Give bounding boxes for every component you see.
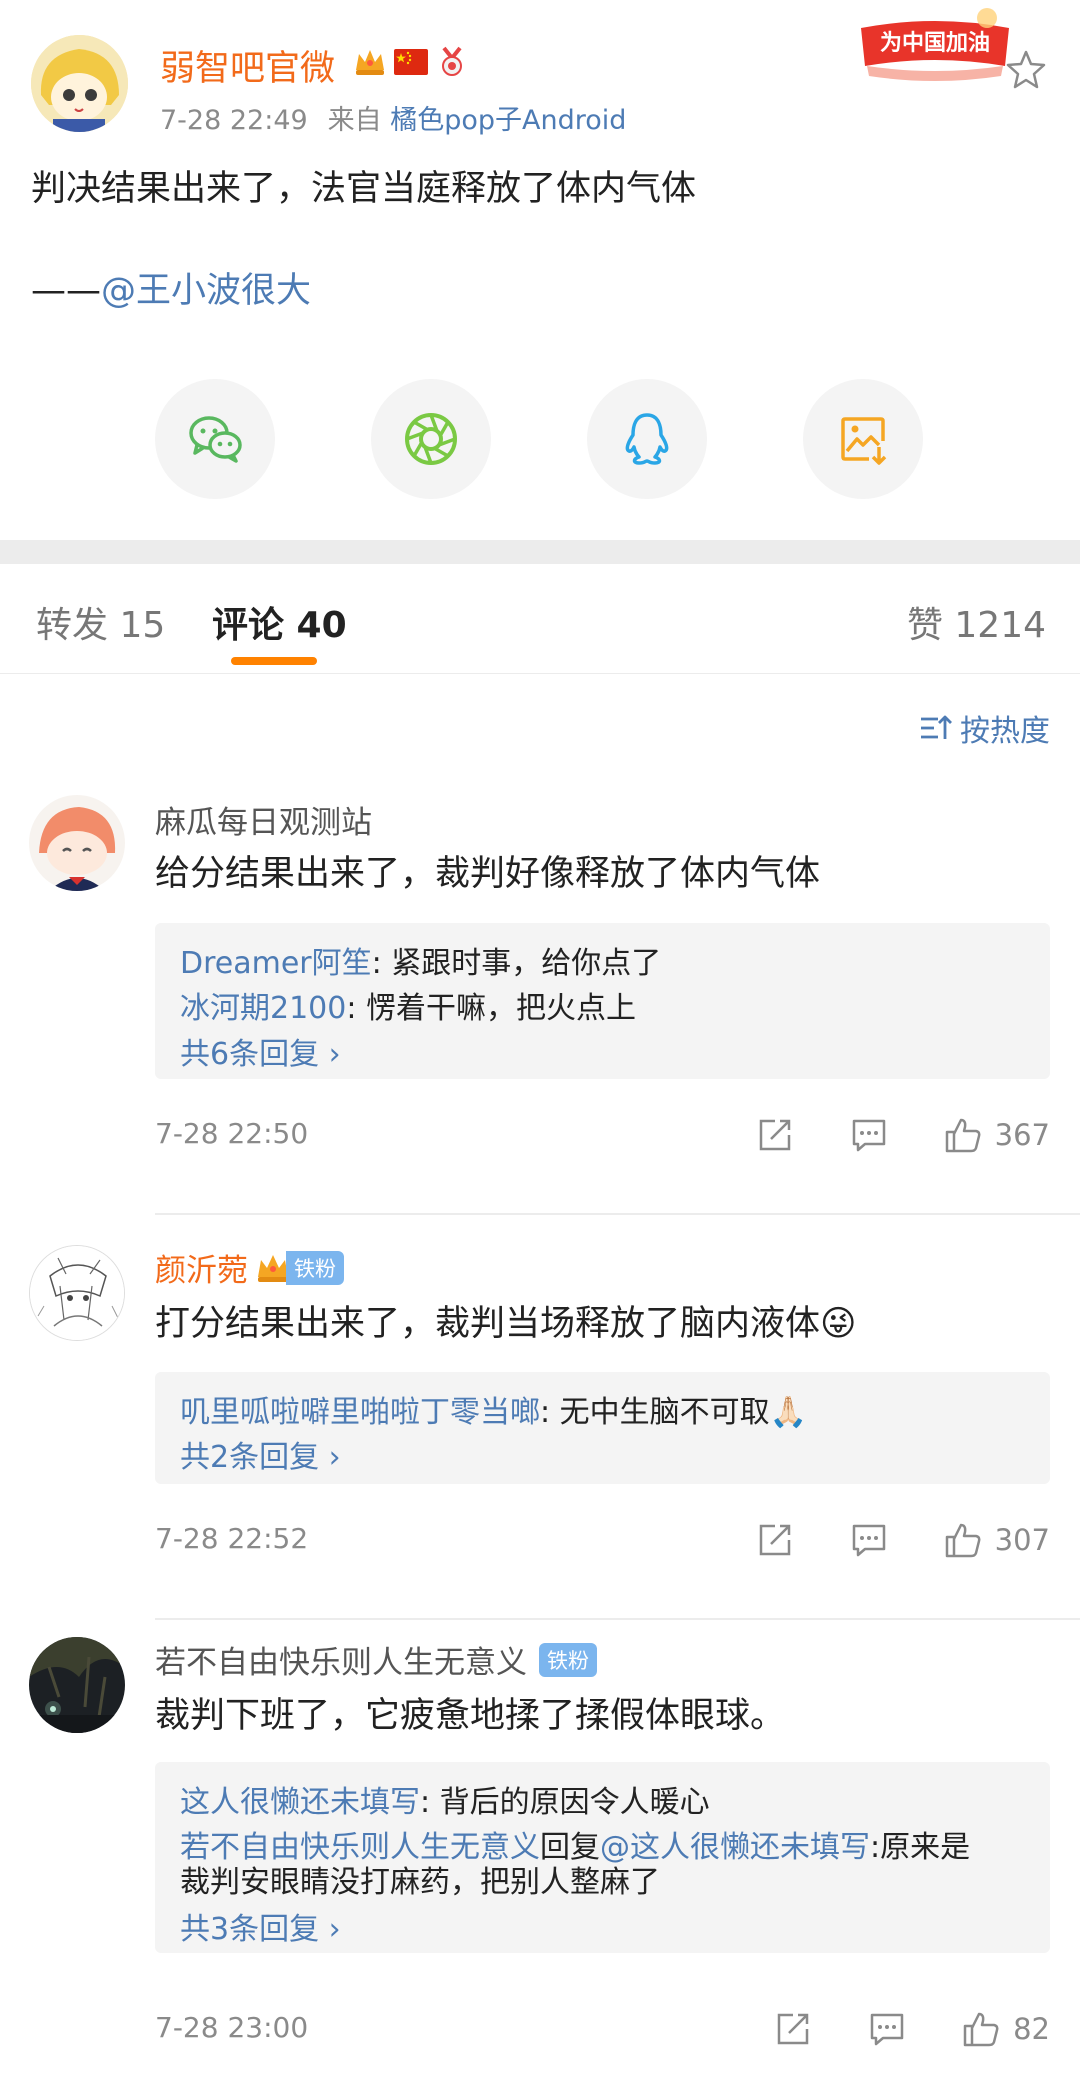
commenter-avatar[interactable]	[29, 795, 125, 891]
sort-label: 按热度	[960, 714, 1050, 749]
thumbs-up-icon[interactable]	[943, 1115, 983, 1155]
reply-preview-box[interactable]: 叽里呱啦噼里啪啦丁零当啷: 无中生脑不可取🙏🏻 共2条回复 ›	[155, 1372, 1050, 1484]
sort-icon	[921, 715, 952, 739]
iron-fan-badge[interactable]: 铁粉	[254, 1249, 344, 1287]
comment-actions: 367	[755, 1113, 1050, 1157]
post-source[interactable]: 橘色pop子Android	[390, 105, 626, 136]
author-badges	[352, 40, 470, 84]
commenter-avatar[interactable]	[29, 1637, 125, 1733]
reply-preview-box[interactable]: 这人很懒还未填写: 背后的原因令人暖心 若不自由快乐则人生无意义回复@这人很懒还…	[155, 1762, 1050, 1953]
tab-comment[interactable]: 评论 40	[212, 596, 347, 648]
reply-text: : 紧跟时事，给你点了	[371, 946, 662, 981]
like-count: 307	[994, 1523, 1050, 1557]
china-flag-icon	[394, 49, 428, 75]
reply-line: 这人很懒还未填写: 背后的原因令人暖心	[180, 1777, 710, 1821]
commenter-name[interactable]: 麻瓜每日观测站	[155, 797, 372, 842]
view-more-replies-link[interactable]: 共3条回复 ›	[180, 1904, 341, 1948]
comment-divider	[155, 1213, 1080, 1215]
post-time: 7-28 22:49	[160, 105, 308, 136]
active-tab-indicator	[231, 657, 317, 665]
reply-author[interactable]: 冰河期2100	[180, 991, 346, 1026]
comment-text: 给分结果出来了，裁判好像释放了体内气体	[155, 854, 821, 894]
reply-preview-box[interactable]: Dreamer阿笙: 紧跟时事，给你点了 冰河期2100: 愣着干嘛，把火点上 …	[155, 923, 1050, 1079]
comment-divider	[155, 1618, 1080, 1620]
commenter-name-row: 若不自由快乐则人生无意义 铁粉	[155, 1637, 597, 1682]
interaction-tabs: 转发 15 评论 40 赞 1214	[0, 564, 1080, 674]
credit-mention[interactable]: @王小波很大	[101, 271, 311, 311]
credit-dash: ——	[31, 271, 101, 311]
reply-text: : 愣着干嘛，把火点上	[346, 991, 637, 1026]
post-meta: 7-28 22:49 来自 橘色pop子Android	[160, 98, 626, 137]
reply-text: : 背后的原因令人暖心	[420, 1785, 710, 1820]
comment-footer: 7-28 22:52 307	[155, 1518, 1050, 1562]
commenter-avatar[interactable]	[29, 1245, 125, 1341]
share-icon[interactable]	[755, 1115, 795, 1155]
crown-icon	[356, 50, 384, 75]
reply-line: 叽里呱啦噼里啪啦丁零当啷: 无中生脑不可取🙏🏻	[180, 1387, 807, 1431]
author-name[interactable]: 弱智吧官微	[160, 40, 335, 91]
reply-line: Dreamer阿笙: 紧跟时事，给你点了	[180, 938, 661, 982]
post-header: 弱智吧官微 7-28 22:49 来自 橘色pop子Android 为中国加油	[0, 0, 1080, 140]
reply-line-continued: 裁判安眼睛没打麻药，把别人整麻了	[180, 1865, 660, 1900]
wechat-icon	[189, 416, 242, 463]
comment-text: 打分结果出来了，裁判当场释放了脑内液体😜	[155, 1304, 857, 1344]
fan-badge-label: 铁粉	[286, 1250, 344, 1285]
reply-text: : 无中生脑不可取🙏🏻	[540, 1395, 807, 1430]
author-avatar[interactable]	[31, 35, 128, 132]
qq-penguin-icon	[625, 413, 669, 465]
tab-repost[interactable]: 转发 15	[36, 596, 165, 648]
moments-share-button[interactable]	[371, 379, 491, 499]
reply-author[interactable]: Dreamer阿笙	[180, 946, 372, 981]
comment-time: 7-28 23:00	[155, 2011, 309, 2044]
share-row	[0, 379, 1080, 499]
qq-share-button[interactable]	[587, 379, 707, 499]
reply-author[interactable]: 这人很懒还未填写	[180, 1785, 420, 1820]
sort-by-hot-button[interactable]: 按热度	[918, 706, 1050, 750]
share-icon[interactable]	[755, 1520, 795, 1560]
reply-text: :原来是	[870, 1830, 971, 1865]
comment-icon[interactable]	[849, 1115, 889, 1155]
cheer-banner-badge[interactable]: 为中国加油	[855, 6, 1015, 84]
wechat-share-button[interactable]	[155, 379, 275, 499]
reply-author[interactable]: 叽里呱啦噼里啪啦丁零当啷	[180, 1395, 540, 1430]
moments-aperture-icon	[405, 413, 457, 465]
comment-actions: 82	[773, 2007, 1050, 2051]
comment-footer: 7-28 22:50 367	[155, 1113, 1050, 1157]
comment-footer: 7-28 23:00 82	[155, 2007, 1050, 2051]
like-count: 367	[994, 1118, 1050, 1152]
share-icon[interactable]	[773, 2009, 813, 2049]
section-separator	[0, 540, 1080, 564]
star-favorite-icon[interactable]	[1004, 48, 1048, 92]
commenter-name[interactable]: 若不自由快乐则人生无意义	[155, 1637, 527, 1682]
like-count: 82	[1013, 2012, 1050, 2046]
save-image-button[interactable]	[803, 379, 923, 499]
view-more-replies-link[interactable]: 共2条回复 ›	[180, 1432, 341, 1476]
thumbs-up-icon[interactable]	[943, 1520, 983, 1560]
comment-icon[interactable]	[867, 2009, 907, 2049]
commenter-name-row: 颜沂菀 铁粉	[155, 1245, 344, 1290]
tab-like[interactable]: 赞 1214	[907, 596, 1046, 648]
comment-time: 7-28 22:50	[155, 1117, 309, 1150]
post-credit: ——@王小波很大	[31, 262, 311, 313]
from-label: 来自	[327, 105, 382, 136]
post-body: 判决结果出来了，法官当庭释放了体内气体	[31, 169, 697, 209]
comment-text: 裁判下班了，它疲惫地揉了揉假体眼球。	[155, 1696, 786, 1736]
cheer-banner-text: 为中国加油	[880, 31, 990, 56]
reply-line: 冰河期2100: 愣着干嘛，把火点上	[180, 983, 636, 1027]
commenter-name[interactable]: 颜沂菀	[155, 1245, 248, 1290]
thumbs-up-icon[interactable]	[961, 2009, 1001, 2049]
comment-time: 7-28 22:52	[155, 1522, 309, 1555]
iron-fan-badge[interactable]: 铁粉	[539, 1642, 597, 1677]
medal-icon	[442, 46, 462, 76]
comment-actions: 307	[755, 1518, 1050, 1562]
save-image-icon	[841, 417, 887, 465]
view-more-replies-link[interactable]: 共6条回复 ›	[180, 1029, 341, 1073]
comment-icon[interactable]	[849, 1520, 889, 1560]
